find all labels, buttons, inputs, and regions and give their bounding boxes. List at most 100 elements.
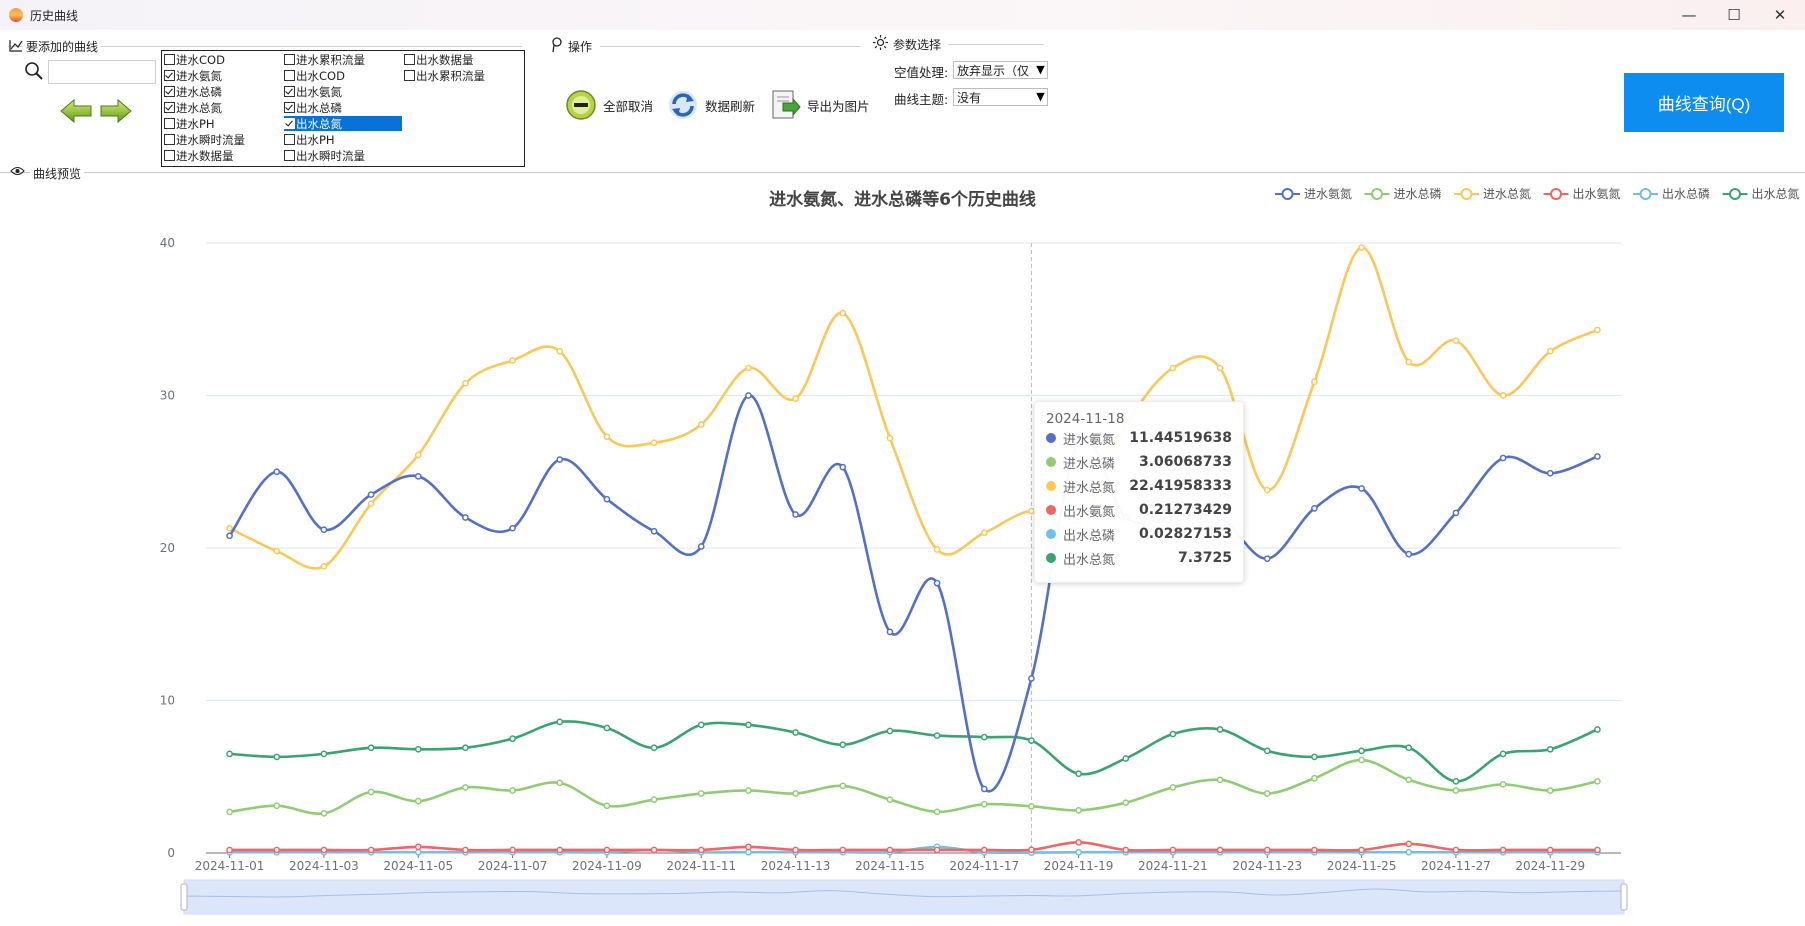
tooltip-row: 出水氨氮 0.21273429 xyxy=(1046,499,1232,521)
tooltip-row: 进水氨氮 11.44519638 xyxy=(1046,427,1232,449)
tooltip-series-value: 7.3725 xyxy=(1177,550,1232,566)
tooltip-series-name: 进水氨氮 xyxy=(1063,432,1116,448)
x-tick-label: 2024-11-09 xyxy=(572,859,642,873)
data-point xyxy=(1216,776,1224,784)
data-point xyxy=(556,347,564,355)
data-point xyxy=(462,514,469,521)
tooltip-series-name: 进水总氮 xyxy=(1063,480,1116,496)
data-point xyxy=(697,421,705,428)
data-point xyxy=(1358,747,1365,755)
data-point xyxy=(414,797,422,805)
x-tick-label: 2024-11-05 xyxy=(383,859,453,873)
x-tick-label: 2024-11-27 xyxy=(1421,859,1491,873)
data-point xyxy=(414,848,422,856)
data-point xyxy=(980,529,988,537)
data-point xyxy=(1122,846,1130,854)
data-point xyxy=(697,721,705,729)
y-tick-label: 40 xyxy=(160,236,175,250)
data-point xyxy=(886,796,894,803)
data-point xyxy=(1546,347,1554,355)
data-point xyxy=(839,463,847,471)
data-point xyxy=(1075,848,1082,856)
data-point xyxy=(1546,787,1554,794)
data-point xyxy=(556,779,564,787)
data-point xyxy=(1499,392,1507,399)
data-point xyxy=(792,846,799,854)
data-point xyxy=(603,433,611,441)
legend-label: 出水总氮 xyxy=(1752,186,1800,201)
data-point xyxy=(650,796,658,803)
data-point xyxy=(1358,485,1365,492)
data-point xyxy=(1263,846,1271,854)
data-point xyxy=(1405,840,1413,848)
data-point xyxy=(697,790,705,797)
tooltip-dot xyxy=(1046,481,1056,491)
data-point xyxy=(603,802,611,810)
data-point xyxy=(745,787,752,794)
data-point xyxy=(414,745,422,753)
line-chart: 0 10 20 30 40 2024-11-01 2024-11-03 2024-11-05 2… xyxy=(160,186,1800,915)
data-point xyxy=(1028,802,1035,810)
data-point xyxy=(1546,846,1554,854)
data-point xyxy=(1499,750,1507,758)
data-point xyxy=(226,846,233,854)
data-point xyxy=(1216,726,1224,733)
series-line-出水氨氮 xyxy=(229,841,1598,852)
data-point xyxy=(886,727,894,735)
chart-tooltip: 2024-11-18 进水氨氮 11.44519638 进水总磷 3.06068733… xyxy=(1034,401,1244,583)
x-tick-label: 2024-11-15 xyxy=(855,859,925,873)
data-point xyxy=(367,491,375,498)
data-point xyxy=(1405,848,1413,856)
data-point xyxy=(1358,244,1365,251)
tooltip-date: 2024-11-18 xyxy=(1046,411,1125,427)
data-point xyxy=(980,800,988,808)
data-point xyxy=(886,628,894,636)
data-point xyxy=(509,735,516,742)
data-point xyxy=(462,846,469,854)
data-point xyxy=(1075,770,1082,778)
data-point xyxy=(697,543,705,550)
data-point xyxy=(697,846,705,854)
data-point xyxy=(1263,790,1271,797)
tooltip-row: 出水总磷 0.02827153 xyxy=(1046,523,1232,545)
data-point xyxy=(792,511,799,518)
y-tick-label: 10 xyxy=(160,694,175,708)
x-tick-label: 2024-11-01 xyxy=(195,859,265,873)
data-point xyxy=(509,524,516,532)
legend-label: 出水氨氮 xyxy=(1573,186,1621,201)
data-point xyxy=(1216,364,1224,372)
data-point xyxy=(745,848,752,856)
data-point xyxy=(556,718,564,726)
legend-label: 进水总氮 xyxy=(1483,186,1531,201)
tooltip-series-value: 11.44519638 xyxy=(1129,430,1232,446)
data-point xyxy=(367,744,375,752)
tooltip-row: 出水总氮 7.3725 xyxy=(1046,547,1232,569)
data-point xyxy=(273,468,281,476)
x-tick-label: 2024-11-29 xyxy=(1515,859,1585,873)
legend-label: 出水总磷 xyxy=(1662,186,1710,201)
legend-marker xyxy=(1550,188,1562,200)
data-point xyxy=(1499,781,1507,788)
data-point xyxy=(980,846,988,854)
data-zoom-handle-right[interactable] xyxy=(1620,883,1628,911)
data-point xyxy=(933,546,941,553)
data-point xyxy=(1594,726,1601,733)
data-point xyxy=(556,456,564,463)
data-point xyxy=(226,532,233,540)
tooltip-series-name: 出水氨氮 xyxy=(1063,504,1116,520)
data-point xyxy=(414,843,422,851)
x-tick-label: 2024-11-19 xyxy=(1044,859,1114,873)
data-point xyxy=(650,744,658,752)
data-point xyxy=(839,741,847,749)
data-point xyxy=(414,472,422,480)
data-point xyxy=(650,439,658,447)
data-point xyxy=(792,790,799,797)
data-point xyxy=(1499,846,1507,854)
tooltip-row: 进水总磷 3.06068733 xyxy=(1046,451,1232,473)
data-zoom-handle-left[interactable] xyxy=(180,883,188,911)
data-point xyxy=(980,785,988,793)
data-point xyxy=(273,753,281,761)
tooltip-series-value: 0.02827153 xyxy=(1139,526,1232,542)
data-point xyxy=(839,846,847,854)
tooltip-dot xyxy=(1046,529,1056,539)
